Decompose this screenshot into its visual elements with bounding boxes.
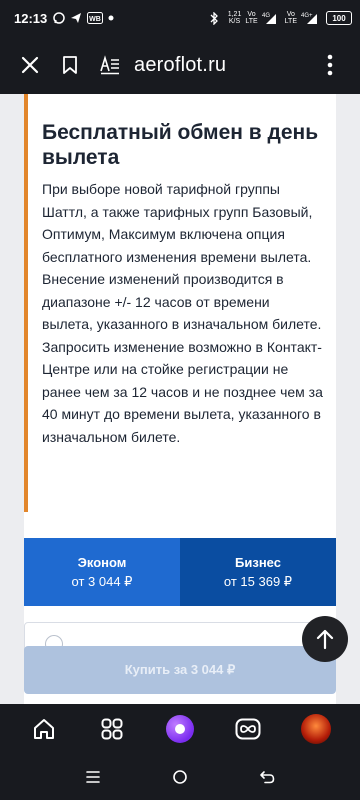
bookmark-icon (63, 56, 77, 74)
fare-name: Эконом (77, 554, 127, 570)
sim1-gen: 4G (262, 13, 270, 19)
fare-name: Бизнес (235, 554, 281, 570)
recent-apps-icon (86, 771, 101, 783)
reader-mode-icon (100, 55, 119, 75)
system-nav-bar (0, 754, 360, 800)
menu-button[interactable] (310, 45, 350, 85)
bookmark-button[interactable] (50, 45, 90, 85)
more-vertical-icon (327, 54, 333, 76)
status-bar: 12:13 WB 1,21 K/S Vo LTE 4G Vo LTE 4G+ 100 (0, 0, 360, 36)
profile-avatar (301, 714, 331, 744)
close-icon (21, 56, 39, 74)
card-body: При выборе новой тарифной группы Шаттл, … (42, 178, 324, 448)
home-system-button[interactable] (160, 757, 200, 797)
card-paragraph: Запросить изменение возможно в Контакт-Ц… (42, 338, 323, 445)
messenger-icon (53, 12, 65, 24)
browser-bottom-nav (0, 704, 360, 754)
fare-price: от 3 044 ₽ (71, 573, 133, 589)
recent-apps-button[interactable] (73, 757, 113, 797)
battery-indicator: 100 (326, 11, 352, 25)
back-button[interactable] (247, 757, 287, 797)
circle-home-icon (173, 770, 187, 784)
notification-badge-icon: WB (87, 12, 104, 24)
signal-icon: 4G (262, 12, 276, 24)
url-text[interactable]: aeroflot.ru (134, 54, 226, 77)
fare-tabs: Эконом от 3 044 ₽ Бизнес от 15 369 ₽ (24, 538, 336, 606)
web-page: Бесплатный обмен в день вылета При выбор… (0, 94, 360, 704)
sim2-gen: 4G+ (301, 13, 313, 19)
signal-icon-2: 4G+ (301, 12, 317, 24)
infinity-icon (235, 718, 261, 740)
tabs-grid-icon (101, 718, 123, 740)
home-icon (34, 719, 54, 739)
status-indicators: 1,21 K/S Vo LTE 4G Vo LTE 4G+ 100 (209, 11, 352, 25)
tabs-button[interactable] (92, 709, 132, 749)
card-paragraph: При выборе новой тарифной группы Шаттл, … (42, 181, 313, 265)
accent-bar (24, 94, 28, 512)
dot-icon (108, 15, 114, 21)
card-paragraph: Внесение изменений производится в диапаз… (42, 271, 322, 332)
profile-button[interactable] (296, 709, 336, 749)
bluetooth-icon (209, 11, 219, 25)
reader-mode-button[interactable] (90, 45, 130, 85)
svg-text:WB: WB (89, 16, 101, 23)
fare-tab-business[interactable]: Бизнес от 15 369 ₽ (180, 538, 336, 606)
sim2-volte: Vo LTE (284, 11, 297, 25)
net-speed: 1,21 K/S (227, 11, 242, 25)
fare-tab-economy[interactable]: Эконом от 3 044 ₽ (24, 538, 180, 606)
alice-assistant-icon (166, 715, 194, 743)
infinity-button[interactable] (228, 709, 268, 749)
buy-button[interactable]: Купить за 3 044 ₽ (24, 646, 336, 694)
sim1-volte: Vo LTE (245, 11, 258, 25)
browser-toolbar: aeroflot.ru (0, 36, 360, 94)
arrow-up-icon (316, 629, 334, 650)
home-button[interactable] (24, 709, 64, 749)
status-time: 12:13 (14, 10, 48, 26)
send-icon (70, 12, 82, 24)
card-title: Бесплатный обмен в день вылета (42, 121, 319, 169)
alice-button[interactable] (160, 709, 200, 749)
back-icon (259, 771, 274, 784)
fare-price: от 15 369 ₽ (223, 573, 293, 589)
close-button[interactable] (10, 45, 50, 85)
scroll-to-top-button[interactable] (302, 616, 348, 662)
